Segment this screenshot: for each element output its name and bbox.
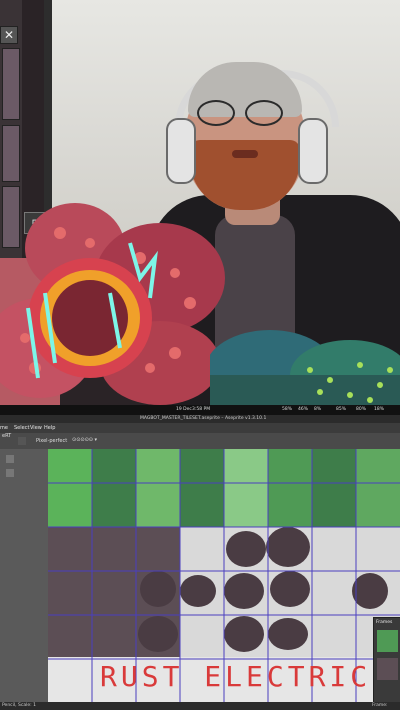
- brush-icon[interactable]: [18, 437, 26, 445]
- tool-column: [0, 449, 48, 710]
- flower-center: [52, 280, 128, 356]
- headphone-cup: [298, 118, 328, 184]
- frame-thumbnail[interactable]: [377, 630, 398, 652]
- tool-icon[interactable]: [6, 455, 14, 463]
- grass-tile: [224, 449, 268, 527]
- window-title: MAGBOT_MASTER_TILESET.aseprite – Aseprit…: [140, 416, 267, 421]
- tool-icon[interactable]: [6, 469, 14, 477]
- strip-thumbnail: [2, 125, 20, 182]
- tray-value: 58%: [282, 407, 293, 412]
- taskbar-time: 3:58 PM: [192, 407, 211, 412]
- grass-tile: [136, 449, 180, 527]
- menu-item-view[interactable]: View: [30, 425, 42, 431]
- status-frame-label: Frame:: [372, 703, 388, 708]
- tray-value: 18%: [374, 407, 385, 412]
- stream-scene: ✕ ⊏: [0, 0, 400, 405]
- grass-tile: [48, 449, 92, 527]
- frames-label: Frames: [376, 620, 393, 625]
- pixel-perfect-toggle[interactable]: Pixel-perfect: [36, 438, 67, 444]
- glasses-lens: [197, 100, 235, 126]
- context-bar: eRT Pixel-perfect ⊙⊙⊙⊙⊙ ▾: [0, 433, 400, 449]
- menu-bar: me Select View Help: [0, 423, 400, 433]
- grass-tile: [268, 449, 312, 527]
- menu-item-help[interactable]: Help: [44, 425, 55, 431]
- menu-item[interactable]: me: [0, 425, 8, 431]
- context-label: eRT: [2, 433, 12, 439]
- frames-panel[interactable]: Frames: [373, 617, 400, 704]
- taskbar-date: 19 Dec: [176, 407, 192, 412]
- pixel-flower-overlay: [0, 203, 225, 405]
- menu-item-select[interactable]: Select: [14, 425, 29, 431]
- window-titlebar: MAGBOT_MASTER_TILESET.aseprite – Aseprit…: [0, 415, 400, 423]
- headphone-cup: [166, 118, 196, 184]
- person-mouth: [232, 150, 258, 158]
- close-icon[interactable]: ✕: [0, 26, 18, 44]
- canvas-pixel-text: RUST ELECTRIC: [100, 660, 372, 693]
- tray-value: 85%: [336, 407, 347, 412]
- frame-thumbnail[interactable]: [377, 658, 398, 680]
- strip-thumbnail: [2, 48, 20, 120]
- tray-value: 80%: [356, 407, 367, 412]
- status-bar: Pencil, Scale: 1 Frame:: [0, 702, 400, 710]
- symmetry-icons[interactable]: ⊙⊙⊙⊙⊙ ▾: [72, 437, 97, 443]
- status-text: Pencil, Scale: 1: [2, 703, 36, 708]
- os-taskbar: 19 Dec 3:58 PM 58% 46% 8% 85% 80% 18%: [0, 405, 400, 415]
- tray-value: 8%: [314, 407, 322, 412]
- tray-value: 46%: [298, 407, 309, 412]
- grass-tile: [356, 449, 400, 527]
- glasses-lens: [245, 100, 283, 126]
- pixel-bush-overlay: [210, 330, 400, 405]
